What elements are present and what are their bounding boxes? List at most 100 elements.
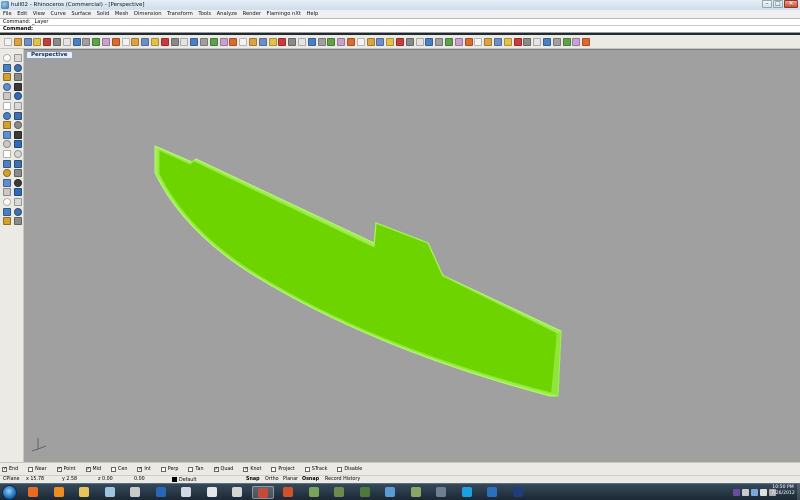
rendered-icon[interactable]	[287, 37, 297, 47]
menu-analyze[interactable]: Analyze	[217, 11, 237, 17]
command-input[interactable]	[35, 26, 336, 32]
mirror-icon[interactable]	[13, 187, 23, 197]
tray-network-icon[interactable]	[751, 489, 758, 496]
split-icon[interactable]	[13, 149, 23, 159]
link-icon[interactable]	[571, 37, 581, 47]
paste-icon[interactable]	[72, 37, 82, 47]
script-icon[interactable]	[483, 37, 493, 47]
snap-icon[interactable]	[503, 37, 513, 47]
menu-solid[interactable]: Solid	[97, 11, 110, 17]
osnap-point[interactable]: ✓ Point	[56, 466, 76, 472]
mesh-icon[interactable]	[405, 37, 415, 47]
taskbar-photo-2[interactable]	[354, 486, 376, 499]
status-planar[interactable]: Planar	[283, 477, 298, 482]
osnap-project-checkbox[interactable]	[271, 466, 277, 472]
osnap-project[interactable]: Project	[271, 466, 295, 472]
tray-app-icon[interactable]	[733, 489, 740, 496]
osnap-mid[interactable]: ✓ Mid	[85, 466, 101, 472]
osnap-knot-checkbox[interactable]: ✓	[243, 466, 249, 472]
boolean-icon[interactable]	[13, 130, 23, 140]
osnap-tan-checkbox[interactable]	[188, 466, 194, 472]
taskbar-app-flower[interactable]	[201, 486, 223, 499]
osnap-perp[interactable]: Perp	[160, 466, 178, 472]
scale-icon[interactable]	[2, 187, 12, 197]
dimension-icon[interactable]	[13, 197, 23, 207]
taskbar-clock[interactable]: 10:50 PM 7/26/2012	[770, 485, 796, 497]
taskbar-media-player[interactable]	[48, 486, 70, 499]
viewport-canvas[interactable]	[24, 50, 800, 463]
flamingo-icon[interactable]	[444, 37, 454, 47]
render-icon[interactable]	[2, 216, 12, 226]
taskbar-photo-1[interactable]	[328, 486, 350, 499]
trim-icon[interactable]	[2, 149, 12, 159]
surface-icon[interactable]	[2, 111, 12, 121]
tray-volume-icon[interactable]	[760, 489, 767, 496]
save-template-icon[interactable]	[42, 37, 52, 47]
osnap-disable[interactable]: Disable	[337, 466, 362, 472]
line-icon[interactable]	[13, 72, 23, 82]
osnap-quad[interactable]: ✓ Quad	[213, 466, 233, 472]
array-icon[interactable]	[2, 197, 12, 207]
mesh-icon[interactable]	[2, 130, 12, 140]
surface-icon[interactable]	[424, 37, 434, 47]
osnap-end-checkbox[interactable]: ✓	[2, 466, 7, 472]
pan-icon[interactable]	[101, 37, 111, 47]
properties-icon[interactable]	[228, 37, 238, 47]
osnap-cen-checkbox[interactable]	[111, 466, 117, 472]
toolbar-layout-icon[interactable]	[493, 37, 503, 47]
shaded-icon[interactable]	[277, 37, 287, 47]
osnap-cen[interactable]: Cen	[111, 466, 127, 472]
sphere-icon[interactable]	[552, 37, 562, 47]
taskbar-app-blue[interactable]	[481, 486, 503, 499]
move-icon[interactable]	[581, 37, 591, 47]
curve-edit-icon[interactable]	[366, 37, 376, 47]
taskbar-firefox[interactable]	[22, 486, 44, 499]
taskbar-browser[interactable]	[379, 486, 401, 499]
plugin-icon[interactable]	[473, 37, 483, 47]
point-icon[interactable]	[2, 63, 12, 73]
dimension-icon[interactable]	[375, 37, 385, 47]
new-file-icon[interactable]	[3, 37, 13, 47]
polyline-icon[interactable]	[13, 63, 23, 73]
taskbar-eye-app[interactable]	[507, 486, 529, 499]
osnap-quad-checkbox[interactable]: ✓	[213, 466, 219, 472]
wireframe-icon[interactable]	[268, 37, 278, 47]
wheel-icon[interactable]	[532, 37, 542, 47]
analyze-icon[interactable]	[385, 37, 395, 47]
taskbar-photo-4[interactable]	[430, 486, 452, 499]
maximize-button[interactable]: □	[773, 0, 783, 8]
menu-render[interactable]: Render	[243, 11, 261, 17]
join-icon[interactable]	[2, 159, 12, 169]
named-views-icon[interactable]	[179, 37, 189, 47]
rhino-app-icon[interactable]	[1, 1, 9, 9]
osnap-strack[interactable]: STrack	[304, 466, 327, 472]
taskbar-app-x[interactable]	[175, 486, 197, 499]
zoom-icon[interactable]	[121, 37, 131, 47]
start-button[interactable]	[2, 485, 17, 500]
status-cplane[interactable]: CPlane	[3, 477, 20, 482]
taskbar-powerpoint[interactable]	[277, 486, 299, 499]
arc-icon[interactable]	[13, 82, 23, 92]
copy-icon[interactable]	[2, 178, 12, 188]
lock-icon[interactable]	[258, 37, 268, 47]
sphere-icon[interactable]	[13, 120, 23, 130]
status-ortho[interactable]: Ortho	[265, 477, 279, 482]
cylinder-icon[interactable]	[562, 37, 572, 47]
undo-view-icon[interactable]	[160, 37, 170, 47]
status-osnap[interactable]: Osnap	[302, 477, 319, 482]
transform-icon[interactable]	[395, 37, 405, 47]
gear-icon[interactable]	[434, 37, 444, 47]
osnap-int-checkbox[interactable]: ✓	[137, 466, 143, 472]
group-icon[interactable]	[2, 168, 12, 178]
solid-icon[interactable]	[415, 37, 425, 47]
redo-icon[interactable]	[91, 37, 101, 47]
globe-icon[interactable]	[522, 37, 532, 47]
zoom-extents-icon[interactable]	[140, 37, 150, 47]
taskbar-photo-3[interactable]	[405, 486, 427, 499]
rotate-view-icon[interactable]	[111, 37, 121, 47]
points-icon[interactable]	[346, 37, 356, 47]
explode-icon[interactable]	[13, 159, 23, 169]
environment-icon[interactable]	[326, 37, 336, 47]
curve-icon[interactable]	[2, 72, 12, 82]
menu-dimension[interactable]: Dimension	[134, 11, 162, 17]
